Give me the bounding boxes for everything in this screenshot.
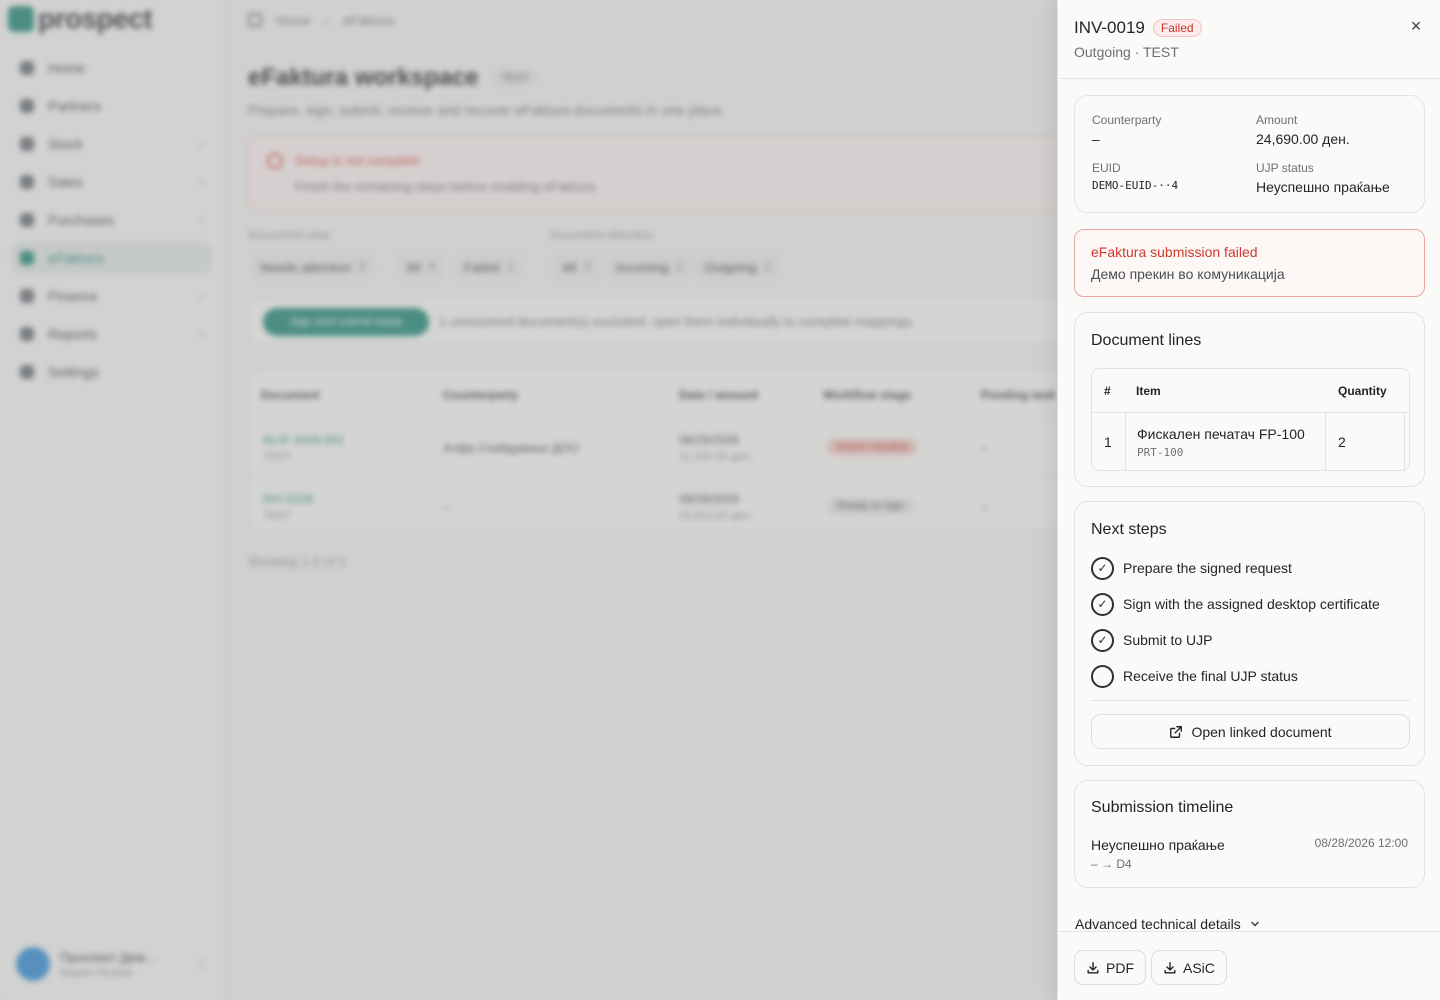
step-item: ✓ Prepare the signed request — [1091, 556, 1292, 580]
drawer-subtitle: Outgoing · TEST — [1074, 44, 1179, 60]
amount-label: Amount — [1256, 113, 1298, 127]
next-steps-title: Next steps — [1091, 521, 1167, 538]
external-link-icon — [1170, 725, 1183, 738]
close-icon: × — [1410, 15, 1422, 36]
euid-value: DEMO-EUID-··4 — [1092, 179, 1179, 192]
submission-error-alert: eFaktura submission failed Демо прекин в… — [1074, 229, 1425, 297]
error-title: eFaktura submission failed — [1091, 244, 1258, 260]
counterparty-label: Counterparty — [1092, 113, 1162, 127]
error-message: Демо прекин во комуникација — [1091, 266, 1285, 282]
submission-timeline-card: Submission timeline Неуспешно праќање 08… — [1074, 780, 1425, 888]
status-badge: Failed — [1152, 19, 1202, 37]
step-item: Receive the final UJP status — [1091, 664, 1298, 688]
counterparty-value: – — [1092, 131, 1100, 147]
ujp-status-label: UJP status — [1256, 161, 1314, 175]
step-item: ✓ Submit to UJP — [1091, 628, 1212, 652]
document-drawer: INV-0019 Failed Outgoing · TEST × Counte… — [1057, 0, 1440, 1000]
amount-value: 24,690.00 ден. — [1256, 131, 1350, 147]
check-circle-icon: ✓ — [1091, 556, 1114, 580]
column-header-item: Item — [1136, 384, 1161, 398]
line-item-name: Фискален печатач FP-100 — [1137, 426, 1305, 442]
timeline-event-transition: – → D4 — [1091, 857, 1132, 871]
open-linked-document-button[interactable]: Open linked document — [1091, 714, 1410, 749]
next-steps-card: Next steps ✓ Prepare the signed request … — [1074, 501, 1425, 766]
divider — [1091, 700, 1410, 701]
download-pdf-button[interactable]: PDF — [1074, 950, 1146, 985]
column-header-number: # — [1104, 384, 1111, 398]
step-item: ✓ Sign with the assigned desktop certifi… — [1091, 592, 1380, 616]
column-divider — [1325, 413, 1326, 470]
step-label: Receive the final UJP status — [1123, 668, 1298, 684]
advanced-details-label: Advanced technical details — [1075, 916, 1241, 932]
download-icon — [1164, 961, 1176, 974]
column-divider — [1404, 413, 1405, 470]
column-divider — [1125, 413, 1126, 470]
column-header-quantity: Quantity — [1338, 384, 1387, 398]
line-quantity: 2 — [1338, 434, 1346, 450]
lines-table-header: # Item Quantity — [1092, 369, 1409, 413]
euid-label: EUID — [1092, 161, 1121, 175]
document-lines-card: Document lines # Item Quantity 1 Фискале… — [1074, 312, 1425, 487]
step-label: Prepare the signed request — [1123, 560, 1292, 576]
line-item-code: PRT-100 — [1137, 446, 1184, 459]
check-circle-icon: ✓ — [1091, 592, 1114, 616]
download-asic-button[interactable]: ASiC — [1151, 950, 1227, 985]
ujp-status-value: Неуспешно праќање — [1256, 179, 1390, 195]
close-button[interactable]: × — [1406, 16, 1426, 36]
timeline-event-status: Неуспешно праќање — [1091, 837, 1225, 853]
timeline-event-date: 08/28/2026 12:00 — [1314, 836, 1408, 850]
line-number: 1 — [1104, 434, 1112, 450]
download-asic-label: ASiC — [1183, 959, 1215, 976]
submission-timeline-title: Submission timeline — [1091, 799, 1234, 816]
step-label: Submit to UJP — [1123, 632, 1213, 648]
chevron-down-icon — [1251, 921, 1259, 927]
empty-circle-icon — [1091, 664, 1114, 688]
drawer-footer: PDF ASiC — [1058, 931, 1440, 1000]
step-label: Sign with the assigned desktop certifica… — [1123, 596, 1380, 612]
check-circle-icon: ✓ — [1091, 628, 1114, 652]
document-lines-title: Document lines — [1091, 332, 1202, 349]
open-linked-document-label: Open linked document — [1191, 723, 1332, 740]
drawer-header: INV-0019 Failed Outgoing · TEST × — [1058, 0, 1440, 79]
download-pdf-label: PDF — [1106, 959, 1134, 976]
download-icon — [1087, 961, 1099, 974]
drawer-title: INV-0019 — [1074, 18, 1145, 37]
document-lines-table: # Item Quantity 1 Фискален печатач FP-10… — [1091, 368, 1410, 471]
document-summary-card: Counterparty – Amount 24,690.00 ден. EUI… — [1074, 95, 1425, 213]
